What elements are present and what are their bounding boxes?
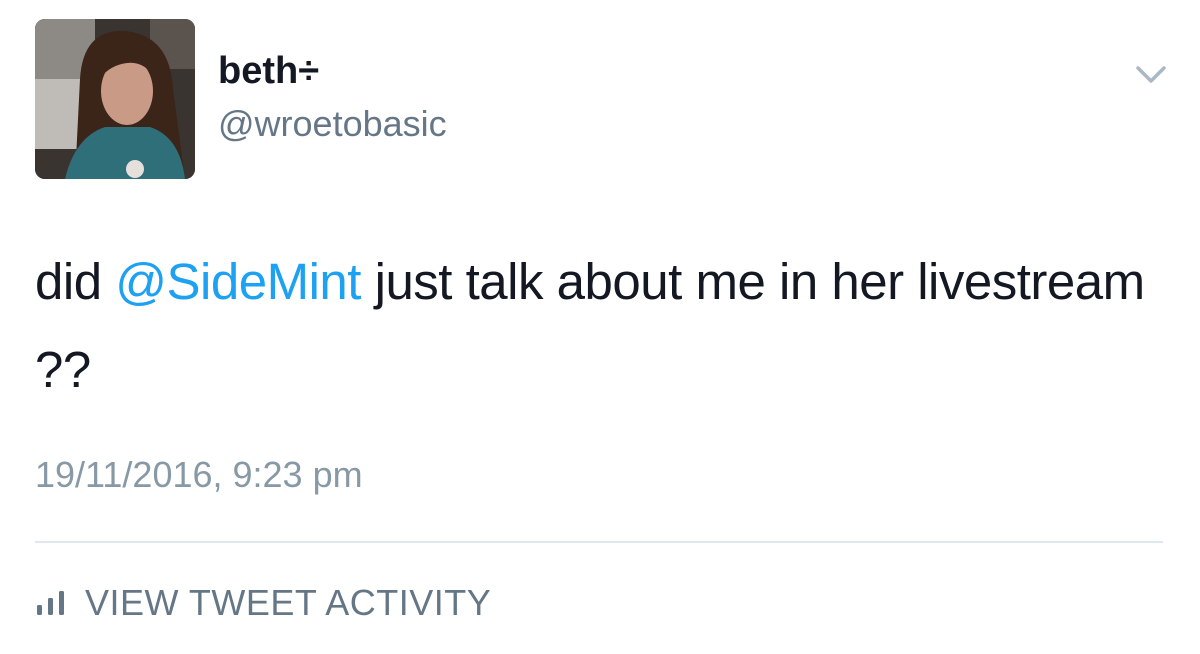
tweet-text: did @SideMint just talk about me in her … — [35, 238, 1165, 414]
chevron-down-icon[interactable] — [1134, 62, 1168, 86]
bar-chart-icon — [37, 591, 64, 615]
author-display-name[interactable]: beth÷ — [218, 46, 319, 96]
view-tweet-activity-button[interactable]: VIEW TWEET ACTIVITY — [35, 578, 491, 628]
tweet-timestamp[interactable]: 19/11/2016, 9:23 pm — [35, 450, 363, 500]
mention-link[interactable]: @SideMint — [115, 253, 361, 310]
author-handle[interactable]: @wroetobasic — [218, 100, 447, 148]
avatar-photo — [35, 19, 195, 179]
tweet-text-prefix: did — [35, 253, 116, 310]
tweet-card: beth÷ @wroetobasic did @SideMint just ta… — [0, 0, 1200, 654]
divider — [35, 541, 1163, 543]
view-tweet-activity-label: VIEW TWEET ACTIVITY — [85, 582, 492, 623]
avatar[interactable] — [35, 19, 195, 179]
